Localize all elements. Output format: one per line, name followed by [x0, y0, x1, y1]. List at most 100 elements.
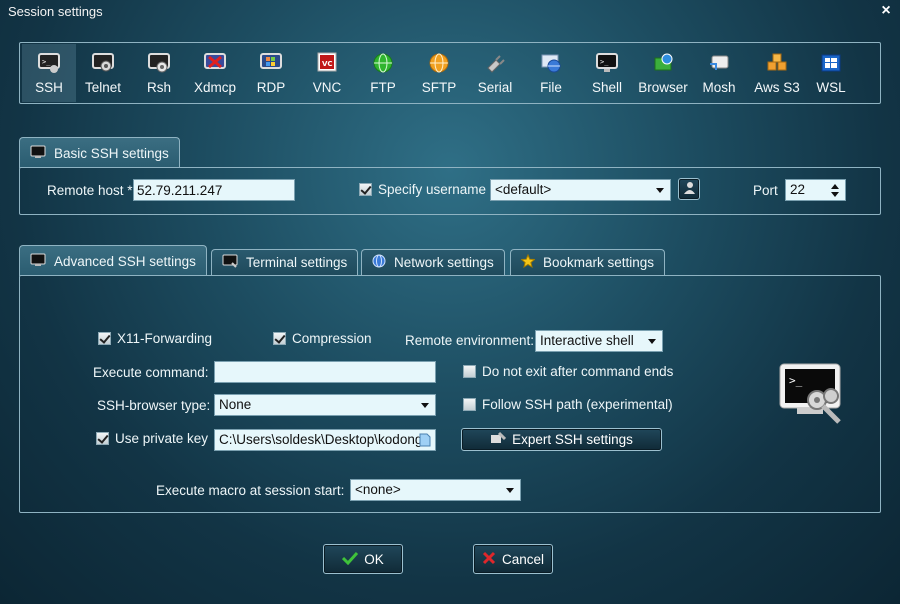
- port-spinner[interactable]: 22: [785, 179, 846, 201]
- session-type-ftp[interactable]: FTP: [356, 44, 410, 102]
- chevron-down-icon: [421, 403, 429, 408]
- port-label: Port: [753, 183, 778, 198]
- tab-advanced-ssh-settings[interactable]: Advanced SSH settings: [19, 245, 207, 276]
- ftp-globe-icon: [372, 52, 394, 74]
- aws-s3-cubes-icon: [766, 52, 788, 74]
- session-type-label: RDP: [256, 80, 286, 95]
- session-type-vnc[interactable]: VC VNC: [300, 44, 354, 102]
- x11-forwarding-label: X11-Forwarding: [117, 331, 213, 346]
- session-type-serial[interactable]: Serial: [468, 44, 522, 102]
- tab-basic-ssh-settings: Basic SSH settings: [19, 137, 180, 168]
- remote-environment-select[interactable]: Interactive shell: [535, 330, 663, 352]
- execute-command-input[interactable]: [214, 361, 436, 383]
- terminal-icon: [30, 253, 46, 270]
- session-type-label: Telnet: [84, 80, 122, 95]
- compression-label: Compression: [292, 331, 372, 346]
- xdmcp-icon: [204, 52, 226, 74]
- follow-ssh-path-checkbox[interactable]: Follow SSH path (experimental): [463, 397, 673, 412]
- browser-icon: [652, 52, 674, 74]
- tab-label: Terminal settings: [246, 255, 348, 270]
- tab-bookmark-settings[interactable]: Bookmark settings: [510, 249, 666, 275]
- checkbox-box: [273, 332, 286, 345]
- rsh-icon: [148, 52, 170, 74]
- tab-terminal-settings[interactable]: Terminal settings: [211, 249, 359, 275]
- session-type-label: Rsh: [146, 80, 171, 95]
- vnc-icon: VC: [316, 52, 338, 74]
- ok-label: OK: [364, 551, 384, 567]
- compression-checkbox[interactable]: Compression: [273, 331, 372, 346]
- private-key-path-field[interactable]: C:\Users\soldesk\Desktop\kodong: [214, 429, 436, 451]
- session-type-mosh[interactable]: Mosh: [692, 44, 746, 102]
- do-not-exit-checkbox[interactable]: Do not exit after command ends: [463, 364, 673, 379]
- use-private-key-label: Use private key: [115, 431, 209, 446]
- session-type-label: SFTP: [421, 80, 457, 95]
- session-type-file[interactable]: File: [524, 44, 578, 102]
- file-icon: [540, 52, 562, 74]
- sftp-globe-icon: [428, 52, 450, 74]
- checkbox-box: [463, 398, 476, 411]
- ssh-terminal-keys-icon: >_: [777, 362, 845, 424]
- session-type-label: Mosh: [702, 80, 736, 95]
- session-type-label: WSL: [816, 80, 846, 95]
- session-type-label: VNC: [312, 80, 342, 95]
- expert-ssh-settings-button[interactable]: Expert SSH settings: [461, 428, 662, 451]
- remote-host-input[interactable]: [133, 179, 295, 201]
- username-value: <default>: [495, 182, 552, 197]
- remote-environment-label: Remote environment:: [405, 333, 535, 348]
- tab-label: Advanced SSH settings: [54, 253, 196, 269]
- session-type-shell[interactable]: >_ Shell: [580, 44, 634, 102]
- user-manager-button[interactable]: [678, 178, 700, 200]
- network-globe-icon: [372, 254, 386, 271]
- remote-host-label: Remote host *: [47, 183, 133, 198]
- chevron-down-icon: [506, 488, 514, 493]
- session-type-wsl[interactable]: WSL: [804, 44, 858, 102]
- tab-label: Basic SSH settings: [54, 145, 169, 161]
- checkbox-box: [98, 332, 111, 345]
- x11-forwarding-checkbox[interactable]: X11-Forwarding: [98, 331, 212, 346]
- session-type-telnet[interactable]: Telnet: [76, 44, 130, 102]
- session-type-label: Browser: [638, 80, 688, 95]
- session-type-ssh[interactable]: >_ SSH: [22, 44, 76, 102]
- do-not-exit-label: Do not exit after command ends: [482, 364, 674, 379]
- session-type-label: File: [540, 80, 562, 95]
- terminal-icon: [30, 145, 46, 162]
- macro-value: <none>: [355, 482, 401, 497]
- svg-text:>_: >_: [600, 58, 609, 66]
- tab-label: Network settings: [394, 255, 494, 270]
- star-icon: [520, 253, 536, 271]
- cancel-button[interactable]: Cancel: [473, 544, 553, 574]
- telnet-icon: [92, 52, 114, 74]
- session-type-aws-s3[interactable]: Aws S3: [748, 44, 806, 102]
- mosh-icon: [708, 52, 730, 74]
- session-type-sftp[interactable]: SFTP: [412, 44, 466, 102]
- session-type-rsh[interactable]: Rsh: [132, 44, 186, 102]
- window-title: Session settings: [8, 4, 103, 19]
- browse-file-icon[interactable]: [419, 433, 431, 450]
- session-type-label: SSH: [35, 80, 63, 95]
- use-private-key-checkbox[interactable]: Use private key: [96, 431, 208, 446]
- spin-up-icon[interactable]: [831, 184, 839, 189]
- specify-username-checkbox[interactable]: Specify username: [359, 182, 486, 197]
- terminal-icon: [222, 254, 238, 271]
- advanced-ssh-panel: [19, 275, 881, 513]
- spin-down-icon[interactable]: [831, 192, 839, 197]
- tab-network-settings[interactable]: Network settings: [361, 249, 505, 275]
- session-type-label: Shell: [591, 80, 623, 95]
- execute-macro-label: Execute macro at session start:: [156, 483, 345, 498]
- shell-terminal-icon: >_: [596, 52, 618, 74]
- session-type-browser[interactable]: Browser: [636, 44, 690, 102]
- username-select[interactable]: <default>: [490, 179, 671, 201]
- tab-label: Bookmark settings: [543, 255, 655, 270]
- svg-text:>_: >_: [42, 58, 51, 66]
- ok-button[interactable]: OK: [323, 544, 403, 574]
- session-type-xdmcp[interactable]: Xdmcp: [188, 44, 242, 102]
- session-type-rdp[interactable]: RDP: [244, 44, 298, 102]
- rdp-icon: [260, 52, 282, 74]
- ssh-browser-type-select[interactable]: None: [214, 394, 436, 416]
- cancel-x-icon: [482, 551, 496, 568]
- wrench-settings-icon: [490, 431, 507, 448]
- checkmark-icon: [342, 551, 359, 568]
- macro-select[interactable]: <none>: [350, 479, 521, 501]
- execute-command-label: Execute command:: [93, 365, 209, 380]
- close-button[interactable]: ×: [878, 2, 894, 20]
